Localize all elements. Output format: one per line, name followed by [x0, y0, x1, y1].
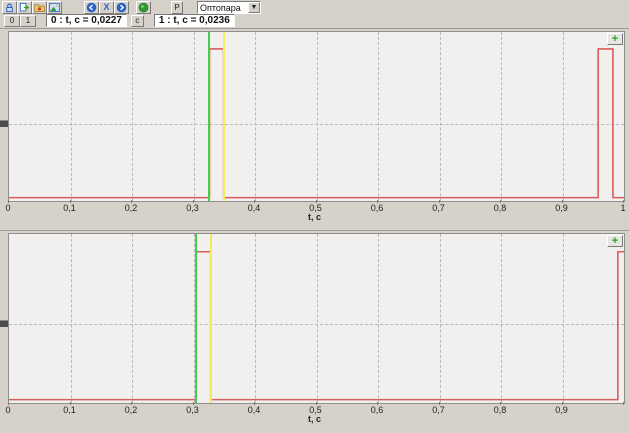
x-tick-label: 0,9: [555, 203, 568, 213]
export-icon: [19, 2, 30, 13]
x-tick-label: 0,6: [371, 405, 384, 415]
record-button[interactable]: [136, 1, 151, 14]
c-button-label: c: [135, 16, 139, 25]
next-button[interactable]: [114, 1, 129, 14]
toolbar-row2: 0 1 0 : t, c = 0,0227 c 1 : t, c = 0,023…: [4, 14, 235, 27]
x-axis-title: t, c: [308, 212, 321, 222]
image-icon: [49, 2, 60, 13]
channel-0-label: 0: [10, 16, 14, 25]
x-tick-label: 0,4: [248, 203, 261, 213]
x-tick-label: 0,8: [494, 405, 507, 415]
close-icon: X: [103, 3, 109, 12]
combobox-value: Оптопара: [198, 3, 248, 13]
image-button[interactable]: [47, 1, 62, 14]
x-tick-label: 0,6: [371, 203, 384, 213]
toolbar-spacer: [183, 7, 197, 8]
x-tick-label: 0,1: [63, 405, 76, 415]
oscillogram-panel-channel-1: + 00,10,20,30,40,50,60,70,80,9 t, c: [0, 230, 629, 433]
y-axis-label-mark: [0, 120, 8, 127]
x-tick-label: 0: [5, 405, 10, 415]
signal-trace: [9, 252, 624, 400]
oscillogram-panel-channel-0: + 00,10,20,30,40,50,60,70,80,91 t, c: [0, 28, 629, 228]
zoom-plus-button[interactable]: +: [607, 235, 623, 247]
folder-button[interactable]: [32, 1, 47, 14]
next-icon: [116, 2, 127, 13]
x-tick-label: 0,1: [63, 203, 76, 213]
toolbar-spacer: [129, 7, 136, 8]
export-button[interactable]: [17, 1, 32, 14]
channel-1-label: 1: [26, 16, 30, 25]
signal-plot: [9, 32, 624, 201]
toolbar-spacer: [62, 7, 84, 8]
x-tick-label: 0,3: [186, 203, 199, 213]
x-axis-title: t, c: [308, 414, 321, 424]
x-tick-label: 0,7: [432, 203, 445, 213]
p-button-label: P: [174, 3, 179, 12]
channel-0-toggle[interactable]: 0: [4, 15, 20, 27]
x-tick-label: 0: [5, 203, 10, 213]
x-tick-label: 0,9: [555, 405, 568, 415]
toolbar-spacer: [36, 20, 46, 21]
toolbar-spacer: [151, 7, 171, 8]
x-tick-label: 0,4: [248, 405, 261, 415]
cursor-green-line[interactable]: [195, 234, 197, 403]
record-icon: [138, 2, 149, 13]
chevron-down-icon[interactable]: ▼: [248, 2, 260, 13]
lock-button[interactable]: [2, 1, 17, 14]
x-tick-label: 0,2: [125, 203, 138, 213]
x-tick-label: 0,3: [186, 405, 199, 415]
toolbar-spacer: [144, 20, 154, 21]
p-button[interactable]: P: [171, 1, 183, 14]
lock-icon: [4, 2, 15, 13]
cursor-yellow-line[interactable]: [223, 32, 225, 201]
signal-trace: [9, 49, 624, 198]
cursor-yellow-line[interactable]: [210, 234, 212, 403]
c-button[interactable]: c: [131, 15, 144, 27]
folder-icon: [34, 2, 45, 13]
prev-icon: [86, 2, 97, 13]
clear-x-button[interactable]: X: [99, 1, 114, 14]
app-window: { "toolbar": { "p_label": "P", "combo_va…: [0, 0, 629, 432]
x-tick-label: 0,7: [432, 405, 445, 415]
toolbar: X P Оптопара ▼: [2, 1, 261, 14]
plot-area[interactable]: +: [8, 233, 625, 404]
prev-button[interactable]: [84, 1, 99, 14]
cursor-readout-channel-0: 0 : t, c = 0,0227: [46, 14, 127, 27]
channel-1-toggle[interactable]: 1: [20, 15, 36, 27]
cursor-readout-channel-1: 1 : t, c = 0,0236: [154, 14, 235, 27]
signal-plot: [9, 234, 624, 403]
channel-type-combobox[interactable]: Оптопара ▼: [197, 1, 261, 14]
y-axis-label-mark: [0, 320, 8, 327]
cursor-green-line[interactable]: [208, 32, 210, 201]
x-tick-label: 1: [620, 203, 625, 213]
plot-area[interactable]: +: [8, 31, 625, 202]
x-tick-label: 0,2: [125, 405, 138, 415]
zoom-plus-button[interactable]: +: [607, 33, 623, 45]
x-tick-label: 0,8: [494, 203, 507, 213]
